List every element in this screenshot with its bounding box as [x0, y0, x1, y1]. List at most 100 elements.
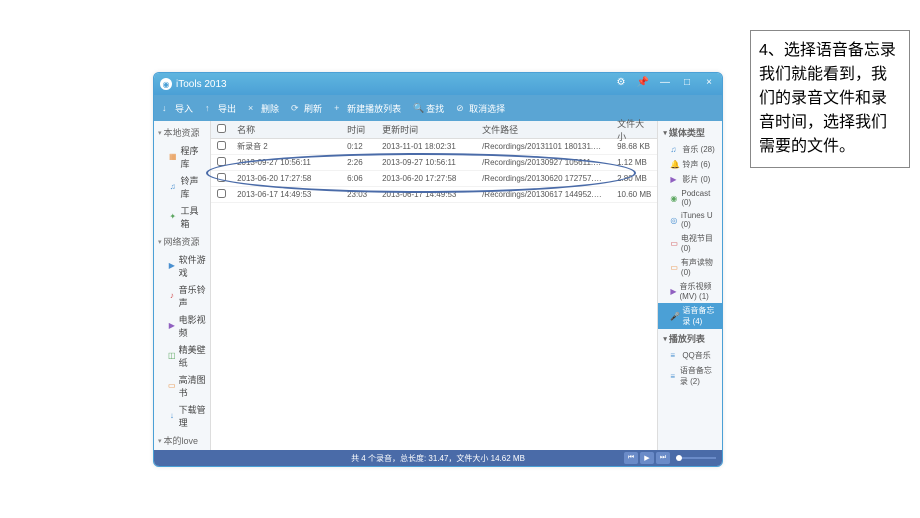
sidebar-item-label: 高清图书: [179, 373, 206, 399]
wallpaper-icon: ◫: [168, 351, 176, 361]
row-checkbox[interactable]: [217, 173, 226, 182]
cell-modtime: 2013-11-01 18:02:31: [376, 142, 476, 151]
find-label: 查找: [426, 102, 444, 115]
next-button[interactable]: ⏭: [656, 452, 670, 464]
cell-duration: 6:06: [341, 174, 376, 183]
maximize-button[interactable]: □: [680, 77, 694, 91]
right-item-label: 铃声 (6): [682, 159, 710, 170]
chevron-down-icon: ▾: [158, 437, 162, 445]
row-checkbox[interactable]: [217, 189, 226, 198]
section-network[interactable]: ▾网络资源: [154, 232, 210, 251]
statusbar: 共 4 个录音，总长度: 31.47，文件大小 14.62 MB ⏮ ▶ ⏭: [154, 450, 722, 466]
minimize-button[interactable]: —: [658, 77, 672, 91]
section-local[interactable]: ▾本地资源: [154, 123, 210, 142]
table-header: 名称 时间 更新时间 文件路径 文件大小: [211, 121, 657, 139]
book-icon: ▭: [168, 381, 176, 391]
right-item-ringtone[interactable]: 🔔铃声 (6): [658, 157, 722, 172]
right-item-podcast[interactable]: ◉Podcast (0): [658, 187, 722, 209]
col-name[interactable]: 名称: [231, 123, 341, 136]
right-item-musicvideo[interactable]: ▶音乐视频(MV) (1): [658, 279, 722, 303]
audiobook-icon: ▭: [670, 263, 678, 272]
cell-path: /Recordings/20130927 105611.m4a: [476, 158, 611, 167]
chevron-down-icon: ▾: [158, 129, 162, 137]
table-row[interactable]: 2013-06-20 17:27:58 6:06 2013-06-20 17:2…: [211, 171, 657, 187]
play-button[interactable]: ▶: [640, 452, 654, 464]
close-button[interactable]: ×: [702, 77, 716, 91]
right-item-qqmusic[interactable]: ≡QQ音乐: [658, 348, 722, 363]
col-path[interactable]: 文件路径: [476, 123, 611, 136]
sidebar-item-ringlib[interactable]: ♫铃声库: [154, 172, 210, 202]
import-button[interactable]: ↓导入: [162, 102, 193, 115]
right-item-movie[interactable]: ▶影片 (0): [658, 172, 722, 187]
new-playlist-button[interactable]: +新建播放列表: [334, 102, 401, 115]
cell-duration: 0:12: [341, 142, 376, 151]
settings-icon[interactable]: ⚙: [614, 77, 628, 91]
sidebar-item-label: 下载管理: [179, 403, 206, 429]
app-icon: ▦: [168, 152, 177, 162]
right-item-label: 影片 (0): [682, 174, 710, 185]
right-item-voicememo[interactable]: 🎤语音备忘录 (4): [658, 303, 722, 329]
import-label: 导入: [175, 102, 193, 115]
table-row[interactable]: 2013-06-17 14:49:53 23:03 2013-06-17 14:…: [211, 187, 657, 203]
sidebar-item-label: 工具箱: [180, 204, 206, 230]
sidebar-item-label: 铃声库: [180, 174, 206, 200]
delete-button[interactable]: ×删除: [248, 102, 279, 115]
sidebar-item-books[interactable]: ▭高清图书: [154, 371, 210, 401]
right-item-label: 音乐 (28): [682, 144, 714, 155]
table-row[interactable]: 2013-09-27 10:56:11 2:26 2013-09-27 10:5…: [211, 155, 657, 171]
find-button[interactable]: 🔍查找: [413, 102, 444, 115]
row-checkbox[interactable]: [217, 141, 226, 150]
right-item-audiobook[interactable]: ▭有声读物 (0): [658, 255, 722, 279]
right-item-itunesu[interactable]: ◎iTunes U (0): [658, 209, 722, 231]
sidebar-item-toolbox[interactable]: ✦工具箱: [154, 202, 210, 232]
mv-icon: ▶: [670, 287, 676, 296]
app-icon: ◉: [160, 78, 172, 90]
right-item-label: QQ音乐: [682, 350, 710, 361]
sidebar-item-music[interactable]: ♪音乐铃声: [154, 281, 210, 311]
row-checkbox[interactable]: [217, 157, 226, 166]
sidebar-item-wallpaper[interactable]: ◫精美壁纸: [154, 341, 210, 371]
cell-name: 2013-09-27 10:56:11: [231, 158, 341, 167]
sidebar-item-games[interactable]: ▶软件游戏: [154, 251, 210, 281]
section-local-label: 本地资源: [164, 126, 200, 139]
cell-modtime: 2013-09-27 10:56:11: [376, 158, 476, 167]
table-row[interactable]: 新录音 2 0:12 2013-11-01 18:02:31 /Recordin…: [211, 139, 657, 155]
playlist-icon: ≡: [670, 372, 677, 381]
chevron-down-icon: ▾: [663, 129, 667, 137]
itunesu-icon: ◎: [670, 216, 678, 225]
refresh-button[interactable]: ⟳刷新: [291, 102, 322, 115]
bell-icon: 🔔: [670, 160, 679, 169]
right-item-music[interactable]: ♫音乐 (28): [658, 142, 722, 157]
sidebar-item-download[interactable]: ↓下载管理: [154, 401, 210, 431]
section-device[interactable]: ▾本的love: [154, 431, 210, 450]
pin-icon[interactable]: 📌: [636, 77, 650, 91]
prev-button[interactable]: ⏮: [624, 452, 638, 464]
sidebar-item-label: 程序库: [180, 144, 206, 170]
download-icon: ↓: [168, 411, 176, 421]
cell-name: 2013-06-17 14:49:53: [231, 190, 341, 199]
cell-duration: 2:26: [341, 158, 376, 167]
sidebar-item-label: 电影视频: [179, 313, 206, 339]
table-body: 新录音 2 0:12 2013-11-01 18:02:31 /Recordin…: [211, 139, 657, 450]
section-media-type[interactable]: ▾媒体类型: [658, 123, 722, 142]
sidebar-item-applib[interactable]: ▦程序库: [154, 142, 210, 172]
cancel-select-button[interactable]: ⊘取消选择: [456, 102, 505, 115]
app-window: ◉ iTools 2013 ⚙ 📌 — □ × ↓导入 ↑导出 ×删除 ⟳刷新 …: [153, 72, 723, 467]
music-icon: ♫: [670, 145, 679, 154]
col-duration[interactable]: 时间: [341, 123, 376, 136]
select-all-checkbox[interactable]: [217, 124, 226, 133]
sidebar-item-video[interactable]: ▶电影视频: [154, 311, 210, 341]
cell-path: /Recordings/20131101 180131.m4a: [476, 142, 611, 151]
right-item-label: Podcast (0): [681, 189, 718, 207]
delete-label: 删除: [261, 102, 279, 115]
col-modtime[interactable]: 更新时间: [376, 123, 476, 136]
volume-slider[interactable]: [676, 457, 716, 459]
right-item-label: 有声读物 (0): [681, 257, 718, 277]
section-playlist[interactable]: ▾播放列表: [658, 329, 722, 348]
tv-icon: ▭: [670, 239, 678, 248]
right-item-tv[interactable]: ▭电视节目 (0): [658, 231, 722, 255]
cell-name: 新录音 2: [231, 141, 341, 152]
sidebar-left: ▾本地资源 ▦程序库 ♫铃声库 ✦工具箱 ▾网络资源 ▶软件游戏 ♪音乐铃声 ▶…: [154, 121, 211, 450]
right-item-voicelist[interactable]: ≡语音备忘录 (2): [658, 363, 722, 389]
export-button[interactable]: ↑导出: [205, 102, 236, 115]
